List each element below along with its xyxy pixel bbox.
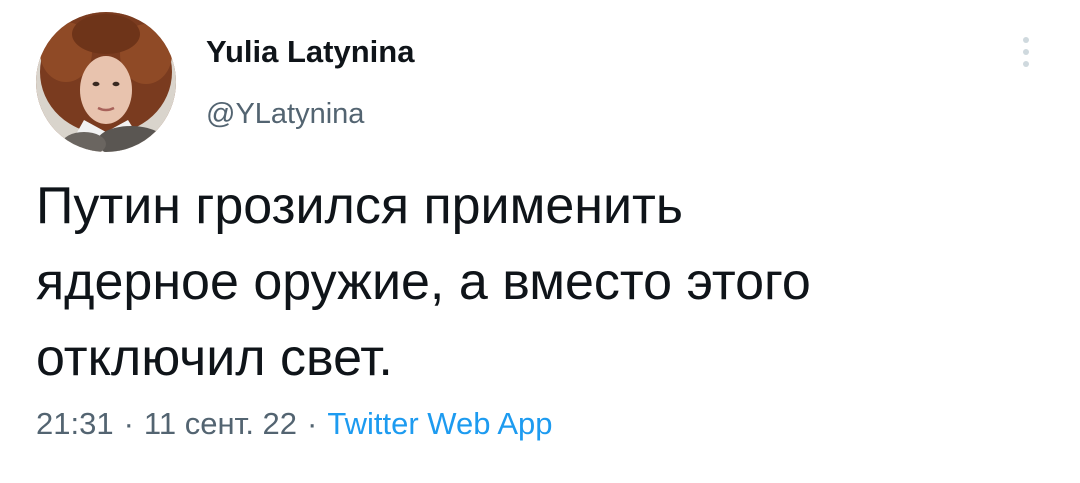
vertical-ellipsis-icon [1023, 37, 1029, 67]
tweet-date[interactable]: 11 сент. 22 [144, 406, 297, 441]
more-options-button[interactable] [1006, 28, 1046, 76]
tweet-text-line: ядерное оружие, а вместо этого [36, 253, 811, 311]
tweet-meta: 21:31 · 11 сент. 22 · Twitter Web App [36, 408, 553, 439]
tweet-source-link[interactable]: Twitter Web App [327, 406, 552, 441]
tweet-card: Yulia Latynina @YLatynina Путин грозился… [0, 0, 1080, 483]
meta-separator: · [123, 406, 134, 441]
tweet-time[interactable]: 21:31 [36, 406, 114, 441]
tweet-text-line: Путин грозился применить [36, 177, 683, 235]
author-handle[interactable]: @YLatynina [206, 100, 364, 129]
avatar-image [36, 12, 176, 152]
avatar[interactable] [36, 12, 176, 152]
tweet-text: Путин грозился применить ядерное оружие,… [36, 168, 1046, 396]
meta-separator: · [307, 406, 318, 441]
tweet-text-line: отключил свет. [36, 329, 393, 387]
author-name[interactable]: Yulia Latynina [206, 36, 414, 67]
